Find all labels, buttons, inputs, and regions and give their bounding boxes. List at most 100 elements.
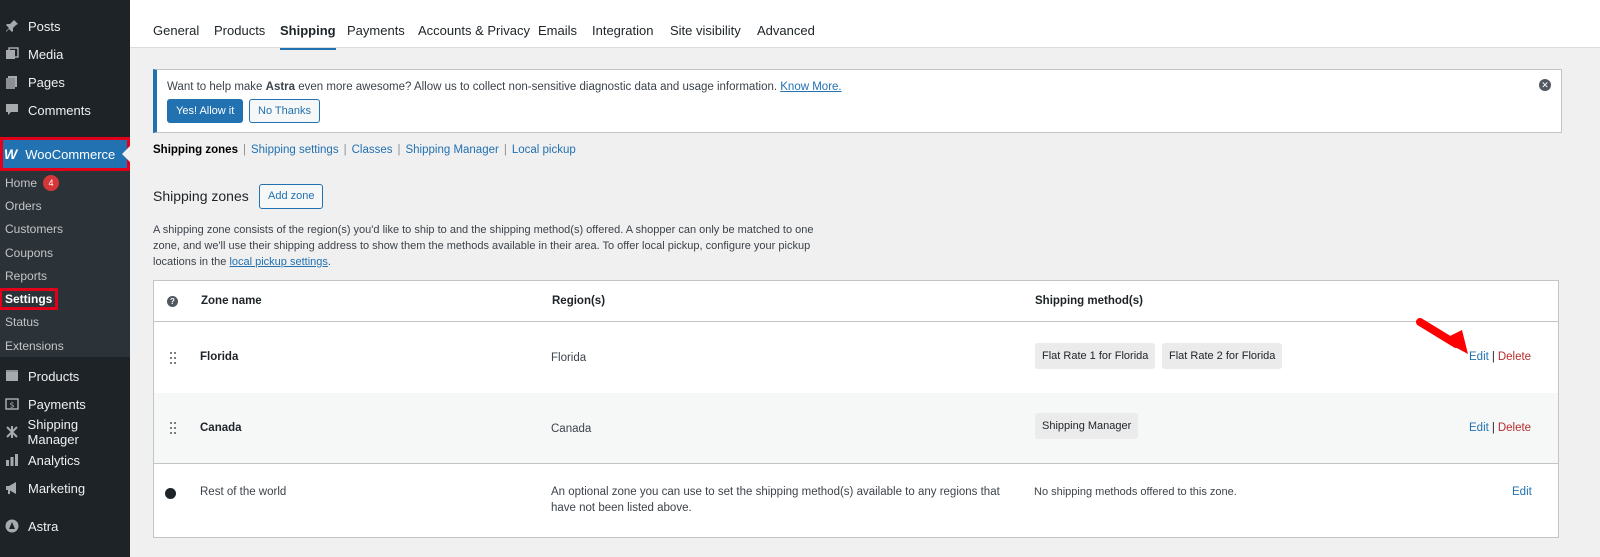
- submenu-label: Home: [5, 175, 38, 190]
- method-tag: Flat Rate 2 for Florida: [1162, 343, 1283, 369]
- sidebar-item-shipping-manager[interactable]: Shipping Manager: [0, 417, 130, 447]
- local-pickup-settings-link[interactable]: local pickup settings: [229, 256, 327, 268]
- table-header: ? Zone name Region(s) Shipping method(s): [154, 281, 1558, 322]
- row-actions: Edit | Delete: [1469, 351, 1531, 363]
- settings-tabs: General Products Shipping Payments Accou…: [130, 0, 1600, 50]
- sidebar-item-comments[interactable]: Comments: [0, 96, 130, 124]
- tab-payments[interactable]: Payments: [347, 23, 405, 38]
- shipping-subnav: Shipping zones | Shipping settings | Classes…: [153, 144, 576, 156]
- zone-name: Rest of the world: [200, 486, 287, 498]
- subnav-separator: |: [343, 144, 347, 156]
- row-actions: Edit: [1512, 486, 1532, 498]
- svg-text:$: $: [9, 401, 14, 410]
- table-row: Rest of the world An optional zone you c…: [154, 463, 1558, 537]
- tab-shipping[interactable]: Shipping: [280, 23, 336, 50]
- submenu-label: Coupons: [5, 245, 54, 260]
- delete-link[interactable]: Delete: [1498, 351, 1531, 363]
- tab-site-visibility[interactable]: Site visibility: [670, 23, 741, 38]
- tab-accounts-privacy[interactable]: Accounts & Privacy: [418, 23, 530, 38]
- tab-advanced[interactable]: Advanced: [757, 23, 815, 38]
- notice-text-before: Want to help make: [167, 81, 266, 93]
- sidebar-item-label: Products: [28, 368, 80, 384]
- sidebar-item-label: Marketing: [28, 480, 86, 496]
- method-tag: Flat Rate 1 for Florida: [1035, 343, 1156, 369]
- media-icon: [4, 46, 20, 62]
- subnav-shipping-zones[interactable]: Shipping zones: [153, 144, 238, 156]
- astra-usage-notice: Want to help make Astra even more awesom…: [153, 69, 1562, 133]
- sidebar-item-media[interactable]: Media: [0, 40, 130, 68]
- subnav-classes[interactable]: Classes: [352, 144, 393, 156]
- allow-button[interactable]: Yes! Allow it: [167, 99, 244, 123]
- tab-general[interactable]: General: [153, 23, 199, 38]
- know-more-link[interactable]: Know More.: [780, 81, 841, 93]
- sidebar-item-label: WooCommerce: [25, 146, 116, 162]
- submenu-item-status[interactable]: Status: [0, 311, 130, 334]
- submenu-item-extensions[interactable]: Extensions: [0, 334, 130, 357]
- submenu-label: Status: [5, 315, 40, 330]
- submenu-item-orders[interactable]: Orders: [0, 194, 130, 217]
- current-menu-arrow: [122, 146, 130, 162]
- sidebar-item-astra[interactable]: Astra: [0, 512, 130, 540]
- drag-handle-icon[interactable]: [169, 351, 177, 365]
- sidebar-item-woocommerce[interactable]: W WooCommerce: [0, 137, 130, 171]
- edit-link[interactable]: Edit: [1469, 422, 1489, 434]
- description-end: .: [327, 256, 331, 268]
- page-title: Shipping zones: [153, 188, 249, 204]
- sidebar-item-label: Payments: [28, 396, 86, 412]
- zone-name: Canada: [200, 422, 242, 434]
- zone-region: Florida: [551, 352, 587, 364]
- submenu-label: Customers: [5, 222, 64, 237]
- submenu-item-customers[interactable]: Customers: [0, 218, 130, 241]
- table-row: Florida Florida Flat Rate 1 for Florida …: [154, 322, 1558, 393]
- add-zone-button[interactable]: Add zone: [259, 184, 324, 209]
- sidebar-item-payments[interactable]: $ Payments: [0, 390, 130, 418]
- submenu-item-reports[interactable]: Reports: [0, 264, 130, 287]
- no-thanks-button[interactable]: No Thanks: [249, 99, 320, 123]
- tab-emails[interactable]: Emails: [538, 23, 577, 38]
- edit-link[interactable]: Edit: [1512, 486, 1532, 498]
- table-row: Canada Canada Shipping Manager Edit | Dele…: [154, 393, 1558, 463]
- sidebar-item-analytics[interactable]: Analytics: [0, 446, 130, 474]
- drag-handle-icon[interactable]: [169, 421, 177, 435]
- submenu-item-home[interactable]: Home 4: [0, 171, 130, 194]
- help-icon[interactable]: ?: [167, 296, 178, 307]
- zone-methods-empty: No shipping methods offered to this zone…: [1034, 486, 1237, 498]
- tab-integration[interactable]: Integration: [592, 23, 653, 38]
- subnav-shipping-settings[interactable]: Shipping settings: [251, 144, 339, 156]
- subnav-separator: |: [397, 144, 401, 156]
- action-separator: |: [1491, 351, 1495, 363]
- subnav-local-pickup[interactable]: Local pickup: [512, 144, 576, 156]
- sidebar-item-label: Pages: [28, 74, 65, 90]
- submenu-label: Reports: [5, 268, 48, 283]
- chart-icon: [4, 452, 20, 468]
- sidebar-item-label: Media: [28, 46, 64, 62]
- notice-brand: Astra: [265, 81, 296, 93]
- row-actions: Edit | Delete: [1469, 422, 1531, 434]
- sidebar-item-marketing[interactable]: Marketing: [0, 474, 130, 502]
- zone-region: Canada: [551, 423, 592, 435]
- sidebar-item-posts[interactable]: Posts: [0, 12, 130, 40]
- products-icon: [4, 368, 20, 384]
- sidebar-item-label: Comments: [28, 102, 91, 118]
- action-separator: |: [1491, 422, 1495, 434]
- notice-message: Want to help make Astra even more awesom…: [167, 81, 842, 93]
- comment-icon: [4, 102, 20, 118]
- submenu-item-coupons[interactable]: Coupons: [0, 241, 130, 264]
- woocommerce-icon: W: [4, 146, 18, 162]
- zone-name: Florida: [200, 351, 239, 363]
- airplane-icon: [4, 424, 20, 440]
- tab-products[interactable]: Products: [214, 23, 265, 38]
- submenu-item-settings[interactable]: Settings: [0, 287, 130, 311]
- zone-region-line1: An optional zone you can use to set the …: [551, 486, 1000, 498]
- submenu-label: Settings: [0, 288, 59, 311]
- notification-badge: 4: [43, 174, 60, 191]
- subnav-separator: |: [503, 144, 507, 156]
- sidebar-item-products[interactable]: Products: [0, 362, 130, 390]
- subnav-shipping-manager[interactable]: Shipping Manager: [405, 144, 498, 156]
- dismiss-icon[interactable]: ✕: [1539, 79, 1551, 91]
- sidebar-item-label: Astra: [28, 518, 59, 534]
- delete-link[interactable]: Delete: [1498, 422, 1531, 434]
- sidebar-item-pages[interactable]: Pages: [0, 68, 130, 96]
- zone-region-line2: have not been listed above.: [551, 502, 692, 514]
- sidebar-item-label: Shipping Manager: [27, 417, 79, 447]
